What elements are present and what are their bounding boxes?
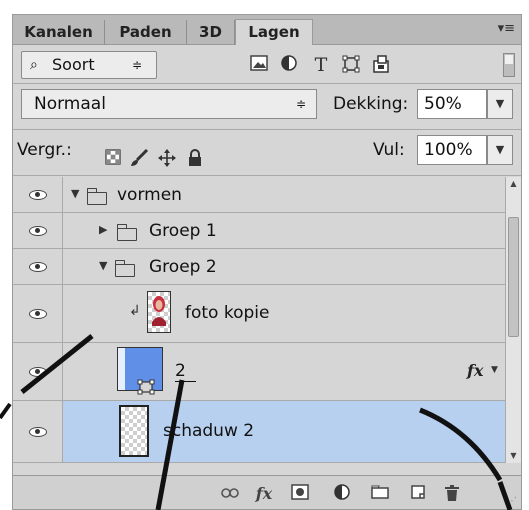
- eye-icon: [29, 189, 47, 200]
- scroll-thumb[interactable]: [508, 217, 519, 337]
- layers-scrollbar[interactable]: ▲ ▼: [505, 177, 521, 463]
- tab-paden[interactable]: Paden: [105, 20, 187, 45]
- fill-label: Vul:: [373, 140, 405, 160]
- blend-mode-label: Normaal: [34, 94, 106, 114]
- clipping-arrow-icon: ↲: [129, 303, 141, 319]
- visibility-toggle[interactable]: [13, 177, 63, 212]
- filter-toggle-switch[interactable]: [503, 53, 515, 77]
- bottom-toolbar: fx ⋰: [13, 475, 521, 509]
- layer-name: vormen: [117, 185, 182, 205]
- lock-image-icon[interactable]: [129, 148, 149, 169]
- layer-name: 2: [175, 361, 196, 382]
- new-layer-icon[interactable]: [407, 484, 429, 504]
- layer-row-groep-1[interactable]: ▶ Groep 1: [13, 213, 505, 249]
- lock-all-icon[interactable]: [185, 149, 205, 169]
- blend-mode-select[interactable]: Normaal ≑: [21, 89, 317, 119]
- fx-icon[interactable]: fx: [467, 361, 483, 380]
- expand-effects-triangle-icon[interactable]: ▼: [491, 365, 498, 375]
- visibility-toggle[interactable]: [13, 213, 63, 248]
- fill-dropdown-button[interactable]: ▼: [487, 135, 513, 165]
- opacity-input[interactable]: 50%: [417, 89, 487, 119]
- opacity-label: Dekking:: [333, 94, 409, 114]
- vector-mask-icon: [137, 379, 155, 395]
- layer-row-groep-2[interactable]: ▼ Groep 2: [13, 249, 505, 285]
- layer-name: foto kopie: [185, 303, 270, 323]
- add-mask-icon[interactable]: [289, 484, 311, 504]
- filter-kind-select[interactable]: ⌕ Soort ≑: [21, 51, 157, 79]
- shape-filter-icon[interactable]: [341, 55, 361, 75]
- updown-arrow-icon: ≑: [131, 58, 142, 72]
- visibility-toggle[interactable]: [13, 285, 63, 342]
- adjustment-layer-icon[interactable]: [331, 484, 353, 504]
- layer-thumbnail: [147, 291, 171, 333]
- visibility-toggle[interactable]: [13, 343, 63, 400]
- eye-icon: [29, 261, 47, 272]
- adjustment-filter-icon[interactable]: [279, 55, 299, 75]
- panel-menu-icon[interactable]: ▾≡: [498, 21, 515, 36]
- eye-icon: [29, 225, 47, 236]
- layer-name: Groep 1: [149, 221, 217, 241]
- scroll-down-arrow-icon[interactable]: ▼: [506, 449, 521, 463]
- layer-name: Groep 2: [149, 257, 217, 277]
- eye-icon: [29, 308, 47, 319]
- new-group-icon[interactable]: [369, 484, 391, 504]
- visibility-toggle[interactable]: [13, 401, 63, 462]
- smart-object-filter-icon[interactable]: [371, 55, 391, 75]
- image-filter-icon[interactable]: [249, 55, 269, 75]
- layers-list: ▼ vormen ▶ Groep 1 ▼ Groep 2 ↲ foto kopi…: [13, 177, 505, 463]
- fill-input[interactable]: 100%: [417, 135, 487, 165]
- scroll-up-arrow-icon[interactable]: ▲: [506, 177, 521, 191]
- tab-3d[interactable]: 3D: [187, 20, 235, 45]
- tab-bar: Kanalen Paden 3D Lagen ▾≡: [13, 15, 521, 45]
- layer-name: schaduw 2: [163, 421, 255, 441]
- link-layers-icon[interactable]: [219, 484, 241, 504]
- opacity-dropdown-button[interactable]: ▼: [487, 89, 513, 119]
- layer-row-schaduw-2[interactable]: schaduw 2: [13, 401, 505, 463]
- add-style-fx-icon[interactable]: fx: [253, 484, 275, 504]
- eye-icon: [29, 366, 47, 377]
- lock-label: Vergr.:: [17, 140, 72, 160]
- tab-lagen[interactable]: Lagen: [235, 19, 313, 45]
- updown-arrow-icon: ≑: [295, 97, 306, 111]
- collapse-triangle-icon[interactable]: ▶: [99, 223, 107, 236]
- visibility-toggle[interactable]: [13, 249, 63, 284]
- delete-icon[interactable]: [441, 484, 463, 504]
- type-filter-icon[interactable]: T: [311, 55, 331, 75]
- layer-thumbnail: [119, 405, 149, 457]
- layer-row-2[interactable]: 2 fx ▼: [13, 343, 505, 401]
- search-icon: ⌕: [30, 57, 38, 73]
- expand-triangle-icon[interactable]: ▼: [99, 259, 107, 272]
- folder-icon: [116, 224, 137, 241]
- layer-row-foto-kopie[interactable]: ↲ foto kopie: [13, 285, 505, 343]
- folder-icon: [114, 260, 135, 277]
- lock-position-icon[interactable]: [157, 149, 177, 169]
- lock-transparent-icon[interactable]: [103, 149, 123, 169]
- eye-icon: [29, 426, 47, 437]
- divider: [13, 129, 521, 130]
- tab-kanalen[interactable]: Kanalen: [13, 20, 105, 45]
- folder-icon: [86, 188, 107, 205]
- divider: [13, 175, 521, 176]
- filter-kind-label: Soort: [52, 55, 95, 74]
- divider: [13, 83, 521, 84]
- resize-grip-icon[interactable]: ⋰: [507, 496, 517, 507]
- layer-row-vormen[interactable]: ▼ vormen: [13, 177, 505, 213]
- expand-triangle-icon[interactable]: ▼: [71, 187, 79, 200]
- layers-panel: Kanalen Paden 3D Lagen ▾≡ ⌕ Soort ≑ T No…: [12, 14, 522, 510]
